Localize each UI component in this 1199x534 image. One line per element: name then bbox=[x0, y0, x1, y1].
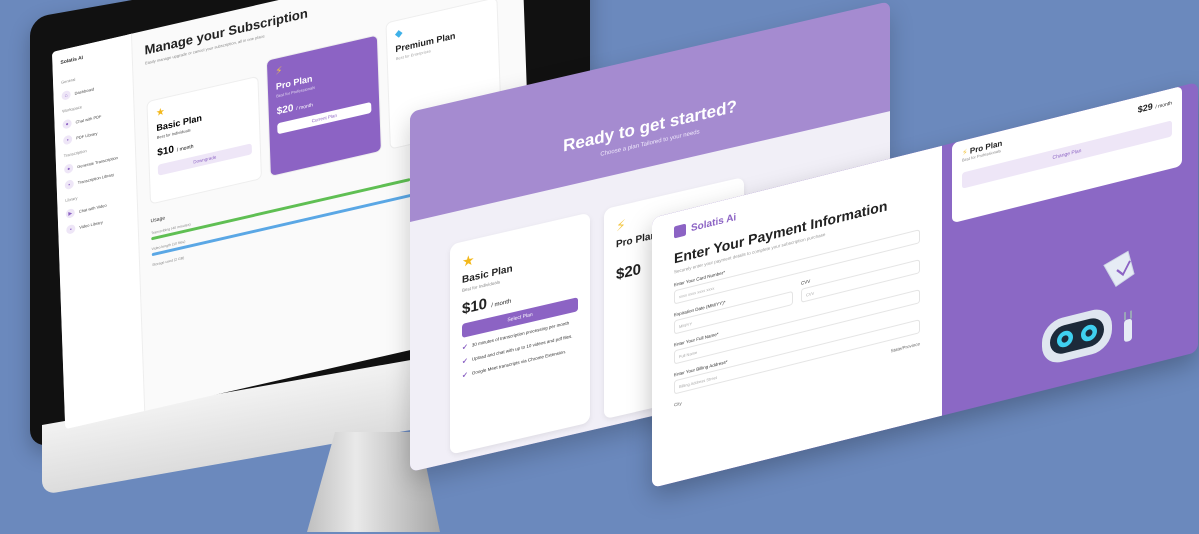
chat-icon: ● bbox=[62, 118, 72, 130]
plan-price-amount: $20 bbox=[276, 102, 294, 118]
plan-price-amount: $29 bbox=[1137, 101, 1153, 115]
sidebar-brand: Solatis AI bbox=[60, 54, 84, 67]
sidebar-item-label: Transcription Library bbox=[77, 171, 115, 186]
sidebar-item-label: Generate Transcription bbox=[77, 154, 118, 170]
city-label: City bbox=[674, 400, 682, 408]
plan-price-amount: $10 bbox=[157, 144, 175, 159]
state-label: State/Province bbox=[890, 341, 920, 354]
sidebar-item-label: Video Library bbox=[79, 219, 103, 230]
check-icon: ✔ bbox=[462, 343, 468, 352]
pro-plan-card[interactable]: ⚡ Pro Plan Best for Professionals $20 / … bbox=[265, 34, 382, 178]
sidebar-item-label: PDF Library bbox=[76, 130, 98, 141]
mic-icon: ● bbox=[64, 163, 74, 175]
sidebar: Solatis AI General ⌂ Dashboard Workspace … bbox=[52, 33, 146, 430]
home-icon: ⌂ bbox=[61, 89, 71, 101]
selected-plan-box: ⚡ Pro Plan Best for Professionals $29 / … bbox=[952, 85, 1182, 224]
plan-price: $29 / month bbox=[1138, 96, 1172, 115]
check-icon: ✔ bbox=[462, 371, 468, 380]
basic-plan-card[interactable]: ★ Basic Plan Best for Individuals $10 / … bbox=[146, 75, 262, 205]
usage-label: Storage used (2 GB) bbox=[152, 255, 185, 268]
document-icon: ▪ bbox=[63, 134, 73, 146]
plan-price-amount: $10 bbox=[462, 295, 488, 318]
plan-price-period: / month bbox=[176, 143, 194, 154]
folder-icon: ▪ bbox=[64, 179, 74, 191]
robot-mascot-icon bbox=[1042, 250, 1135, 363]
check-icon: ✔ bbox=[462, 357, 468, 366]
sidebar-item-label: Chat with Video bbox=[78, 202, 107, 214]
logo-icon bbox=[674, 223, 686, 239]
video-icon: ▶ bbox=[65, 207, 75, 219]
plan-price-period: / month bbox=[1155, 100, 1172, 111]
plan-box-info: ⚡ Pro Plan Best for Professionals bbox=[962, 139, 1002, 163]
sidebar-item-label: Dashboard bbox=[74, 86, 95, 96]
library-icon: ▪ bbox=[66, 223, 76, 235]
plan-price-period: / month bbox=[491, 298, 512, 310]
basic-plan-card[interactable]: ★ Basic Plan Best for Individuals $10 / … bbox=[450, 212, 590, 455]
plan-price-period: / month bbox=[296, 102, 314, 113]
brand-name: Solatis Ai bbox=[691, 211, 737, 234]
sidebar-item-label: Chat with PDF bbox=[75, 113, 102, 125]
